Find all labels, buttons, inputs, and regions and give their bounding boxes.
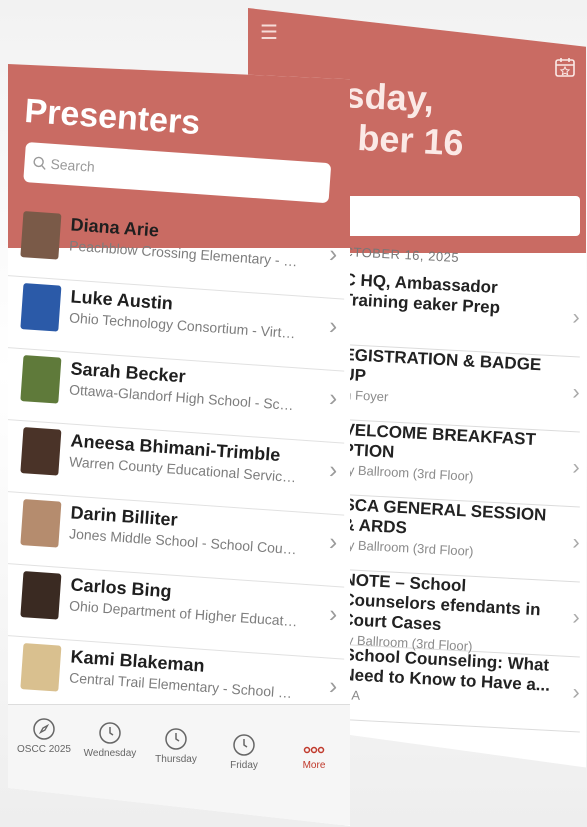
search-placeholder: Search — [49, 155, 96, 175]
chevron-right-icon: › — [328, 600, 339, 629]
avatar — [20, 571, 62, 620]
avatar — [20, 211, 62, 260]
chevron-right-icon: › — [571, 304, 581, 330]
chevron-right-icon: › — [571, 604, 581, 630]
tab-friday[interactable]: Friday — [212, 733, 276, 771]
clock-icon — [165, 728, 187, 750]
session-item[interactable]: C HQ, Ambassador Training eaker Prep › — [340, 270, 584, 358]
presenter-org: Ohio Technology Consortium - Virtu... — [68, 309, 300, 342]
chevron-right-icon: › — [328, 456, 339, 485]
page-title: Presenters — [23, 92, 202, 143]
session-item[interactable]: SCA GENERAL SESSION & ARDS cy Ballroom (… — [340, 495, 584, 583]
chevron-right-icon: › — [571, 679, 581, 705]
presenter-org: Peachblow Crossing Elementary - Sc... — [68, 237, 300, 270]
chevron-right-icon: › — [571, 529, 581, 555]
chevron-right-icon: › — [328, 528, 339, 557]
search-icon — [33, 156, 46, 170]
tab-more[interactable]: More — [282, 743, 346, 771]
chevron-right-icon: › — [328, 240, 339, 269]
tab-oscc-2025[interactable]: OSCC 2025 — [12, 717, 76, 755]
avatar — [20, 499, 62, 548]
tab-label: OSCC 2025 — [17, 744, 71, 755]
session-item[interactable]: VELCOME BREAKFAST PTION cy Ballroom (3rd… — [340, 420, 584, 508]
compass-icon — [33, 718, 55, 740]
presenter-list: Diana Arie Peachblow Crossing Elementary… — [8, 204, 350, 732]
chevron-right-icon: › — [571, 454, 581, 480]
tab-wednesday[interactable]: Wednesday — [78, 721, 142, 759]
session-title: NOTE – School Counselors efendants in Co… — [340, 570, 542, 635]
session-item[interactable]: NOTE – School Counselors efendants in Co… — [340, 570, 584, 658]
avatar — [20, 643, 62, 692]
session-list: C HQ, Ambassador Training eaker Prep › E… — [340, 270, 584, 733]
chevron-right-icon: › — [328, 312, 339, 341]
search-input[interactable]: Search — [23, 142, 332, 204]
tab-bar: OSCC 2025 Wednesday Thursday Friday More — [8, 704, 350, 825]
avatar — [20, 283, 62, 332]
tab-label: Thursday — [155, 754, 197, 765]
menu-icon[interactable]: ☰ — [260, 20, 278, 45]
calendar-icon[interactable] — [554, 56, 576, 78]
clock-icon — [233, 734, 255, 756]
chevron-right-icon: › — [328, 384, 339, 413]
more-icon — [303, 746, 325, 754]
session-title: C HQ, Ambassador Training eaker Prep — [341, 270, 501, 318]
presenter-org: Ohio Department of Higher Educatio... — [68, 597, 300, 630]
chevron-right-icon: › — [328, 672, 339, 701]
tab-thursday[interactable]: Thursday — [144, 727, 208, 765]
tab-label: More — [302, 760, 326, 771]
avatar — [20, 427, 62, 476]
chevron-right-icon: › — [571, 379, 581, 405]
tab-label: Wednesday — [83, 748, 137, 759]
clock-icon — [99, 722, 121, 744]
presenters-screen: Presenters Search Diana Arie Peachblow C… — [8, 64, 350, 826]
session-item[interactable]: School Counseling: What Need to Know to … — [340, 645, 584, 733]
tab-label: Friday — [230, 760, 258, 771]
avatar — [20, 355, 62, 404]
session-item[interactable]: EGISTRATION & BADGE UP in Foyer › — [340, 345, 584, 433]
presenter-org: Jones Middle School - School Counse... — [68, 525, 300, 558]
